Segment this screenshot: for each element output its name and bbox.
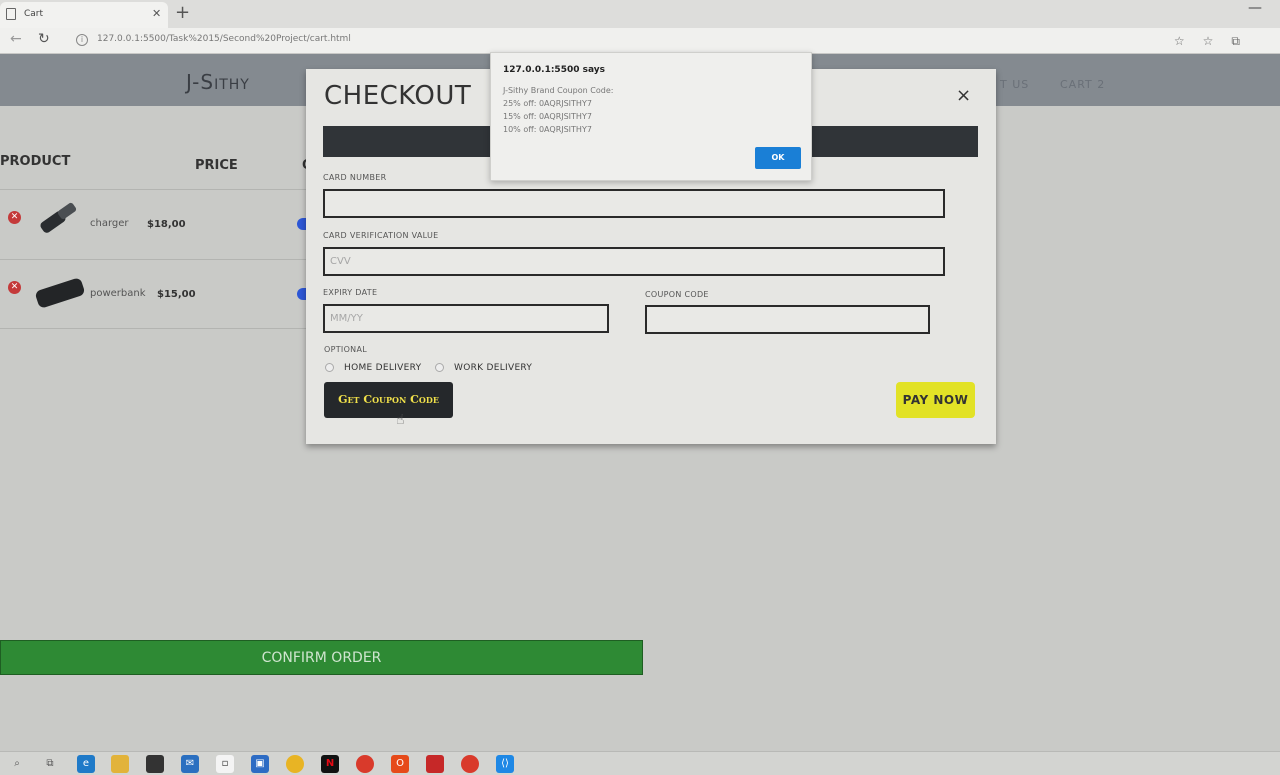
edge-icon[interactable]: e (77, 755, 95, 773)
office-icon[interactable]: O (391, 755, 409, 773)
expiry-date-label: EXPIRY DATE (323, 288, 378, 297)
tab-title: Cart (24, 9, 44, 19)
close-icon[interactable]: × (956, 85, 971, 106)
vscode-icon[interactable]: ⟨⟩ (496, 755, 514, 773)
home-delivery-label: HOME DELIVERY (344, 363, 422, 373)
optional-label: OPTIONAL (324, 345, 367, 354)
alert-message-line: 10% off: 0AQRJSITHY7 (503, 125, 592, 134)
work-delivery-label: WORK DELIVERY (454, 363, 533, 373)
cvv-field[interactable] (323, 247, 945, 276)
browser-tab-strip: Cart ✕ + — (0, 0, 1280, 28)
product-price: $18,00 (147, 219, 186, 230)
remove-item-icon[interactable]: ✕ (8, 211, 21, 224)
url-field[interactable]: 127.0.0.1:5500/Task%2015/Second%20Projec… (97, 34, 351, 44)
netflix-icon[interactable]: N (321, 755, 339, 773)
brand-logo[interactable]: J-Sithy (186, 70, 250, 94)
nav-contact-link[interactable]: T US (1000, 78, 1029, 91)
minimize-icon[interactable]: — (1248, 0, 1262, 16)
modal-title: CHECKOUT (324, 81, 472, 111)
home-delivery-radio[interactable] (325, 363, 334, 372)
charger-image (40, 202, 77, 233)
chrome-profile-icon[interactable] (461, 755, 479, 773)
card-number-field[interactable] (323, 189, 945, 218)
nav-cart-link[interactable]: CART 2 (1060, 78, 1105, 91)
coupon-code-field[interactable] (645, 305, 930, 334)
card-number-label: CARD NUMBER (323, 173, 387, 182)
browser-tab[interactable]: Cart ✕ (0, 2, 168, 28)
get-coupon-code-button[interactable]: Get Coupon Code (324, 382, 453, 418)
ok-button[interactable]: OK (755, 147, 801, 169)
store-icon[interactable] (146, 755, 164, 773)
chrome-icon[interactable] (356, 755, 374, 773)
confirm-order-button[interactable]: CONFIRM ORDER (0, 640, 643, 675)
chrome-icon[interactable] (286, 755, 304, 773)
info-icon[interactable]: i (76, 34, 88, 46)
product-name: charger (90, 218, 129, 229)
product-name: powerbank (90, 288, 146, 299)
page-icon (6, 8, 16, 20)
file-explorer-icon[interactable] (111, 755, 129, 773)
pointer-cursor-icon: ☝ (396, 412, 405, 428)
alert-message-line: 25% off: 0AQRJSITHY7 (503, 99, 592, 108)
app-icon[interactable]: ▣ (251, 755, 269, 773)
column-header-product: PRODUCT (0, 154, 71, 169)
alert-dialog: 127.0.0.1:5500 says J-Sithy Brand Coupon… (490, 52, 812, 181)
reload-icon[interactable]: ↻ (38, 31, 50, 47)
new-tab-icon[interactable]: + (175, 2, 190, 23)
task-view-icon[interactable]: ⧉ (41, 755, 59, 773)
pay-now-button[interactable]: PAY NOW (896, 382, 975, 418)
mail-icon[interactable]: ✉ (181, 755, 199, 773)
close-tab-icon[interactable]: ✕ (152, 7, 161, 20)
browser-action-icons[interactable]: ☆☆⧉ (1174, 34, 1258, 49)
row-divider (0, 328, 310, 329)
app-icon[interactable]: ▫ (216, 755, 234, 773)
alert-message-line: 15% off: 0AQRJSITHY7 (503, 112, 592, 121)
powerbank-image (35, 278, 85, 308)
product-price: $15,00 (157, 289, 196, 300)
expiry-date-field[interactable] (323, 304, 609, 333)
pdf-icon[interactable] (426, 755, 444, 773)
work-delivery-radio[interactable] (435, 363, 444, 372)
row-divider (0, 189, 310, 190)
back-icon[interactable]: ← (10, 31, 22, 47)
alert-title: 127.0.0.1:5500 says (503, 65, 605, 75)
coupon-code-label: COUPON CODE (645, 290, 709, 299)
taskbar: ⌕ ⧉ e ✉ ▫ ▣ N O ⟨⟩ (0, 751, 1280, 775)
row-divider (0, 259, 310, 260)
alert-message-line: J-Sithy Brand Coupon Code: (503, 86, 614, 95)
address-bar: ← ↻ i 127.0.0.1:5500/Task%2015/Second%20… (0, 28, 1280, 54)
cvv-label: CARD VERIFICATION VALUE (323, 231, 439, 240)
column-header-price: PRICE (195, 158, 238, 173)
remove-item-icon[interactable]: ✕ (8, 281, 21, 294)
search-icon[interactable]: ⌕ (8, 755, 26, 773)
